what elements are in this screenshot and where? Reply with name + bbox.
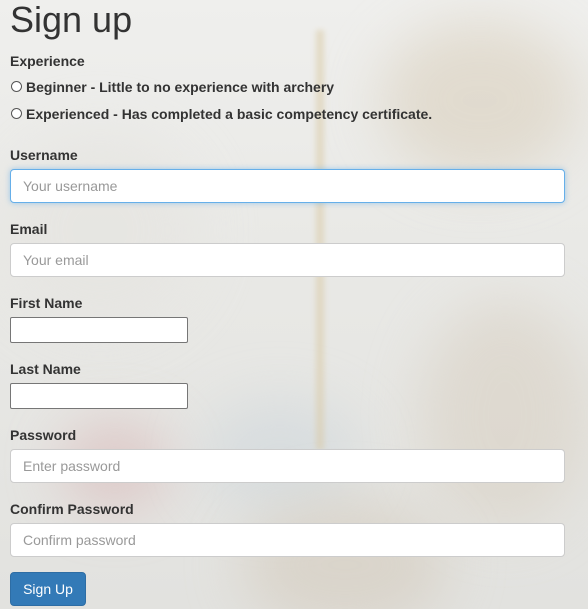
last-name-input[interactable] xyxy=(10,383,188,409)
first-name-label: First Name xyxy=(10,295,83,311)
experienced-radio[interactable] xyxy=(11,107,22,119)
beginner-radio-label: Beginner - Little to no experience with … xyxy=(26,79,335,95)
experience-label: Experience xyxy=(10,53,85,69)
email-label: Email xyxy=(10,221,48,237)
password-label: Password xyxy=(10,427,77,443)
confirm-password-input[interactable]: Confirm password xyxy=(10,523,565,557)
last-name-label: Last Name xyxy=(10,361,81,377)
username-label: Username xyxy=(10,147,78,163)
email-input[interactable]: Your email xyxy=(10,243,565,277)
username-input[interactable]: Your username xyxy=(10,169,565,203)
password-input[interactable]: Enter password xyxy=(10,449,565,483)
first-name-input[interactable] xyxy=(10,317,188,343)
page-title: Sign up xyxy=(10,0,133,40)
experience-option-beginner[interactable]: Beginner - Little to no experience with … xyxy=(10,78,334,96)
experience-option-experienced[interactable]: Experienced - Has completed a basic comp… xyxy=(10,105,432,123)
beginner-radio[interactable] xyxy=(11,80,22,92)
confirm-password-label: Confirm Password xyxy=(10,501,134,517)
experienced-radio-label: Experienced - Has completed a basic comp… xyxy=(26,106,433,122)
sign-up-button[interactable]: Sign Up xyxy=(10,572,86,606)
